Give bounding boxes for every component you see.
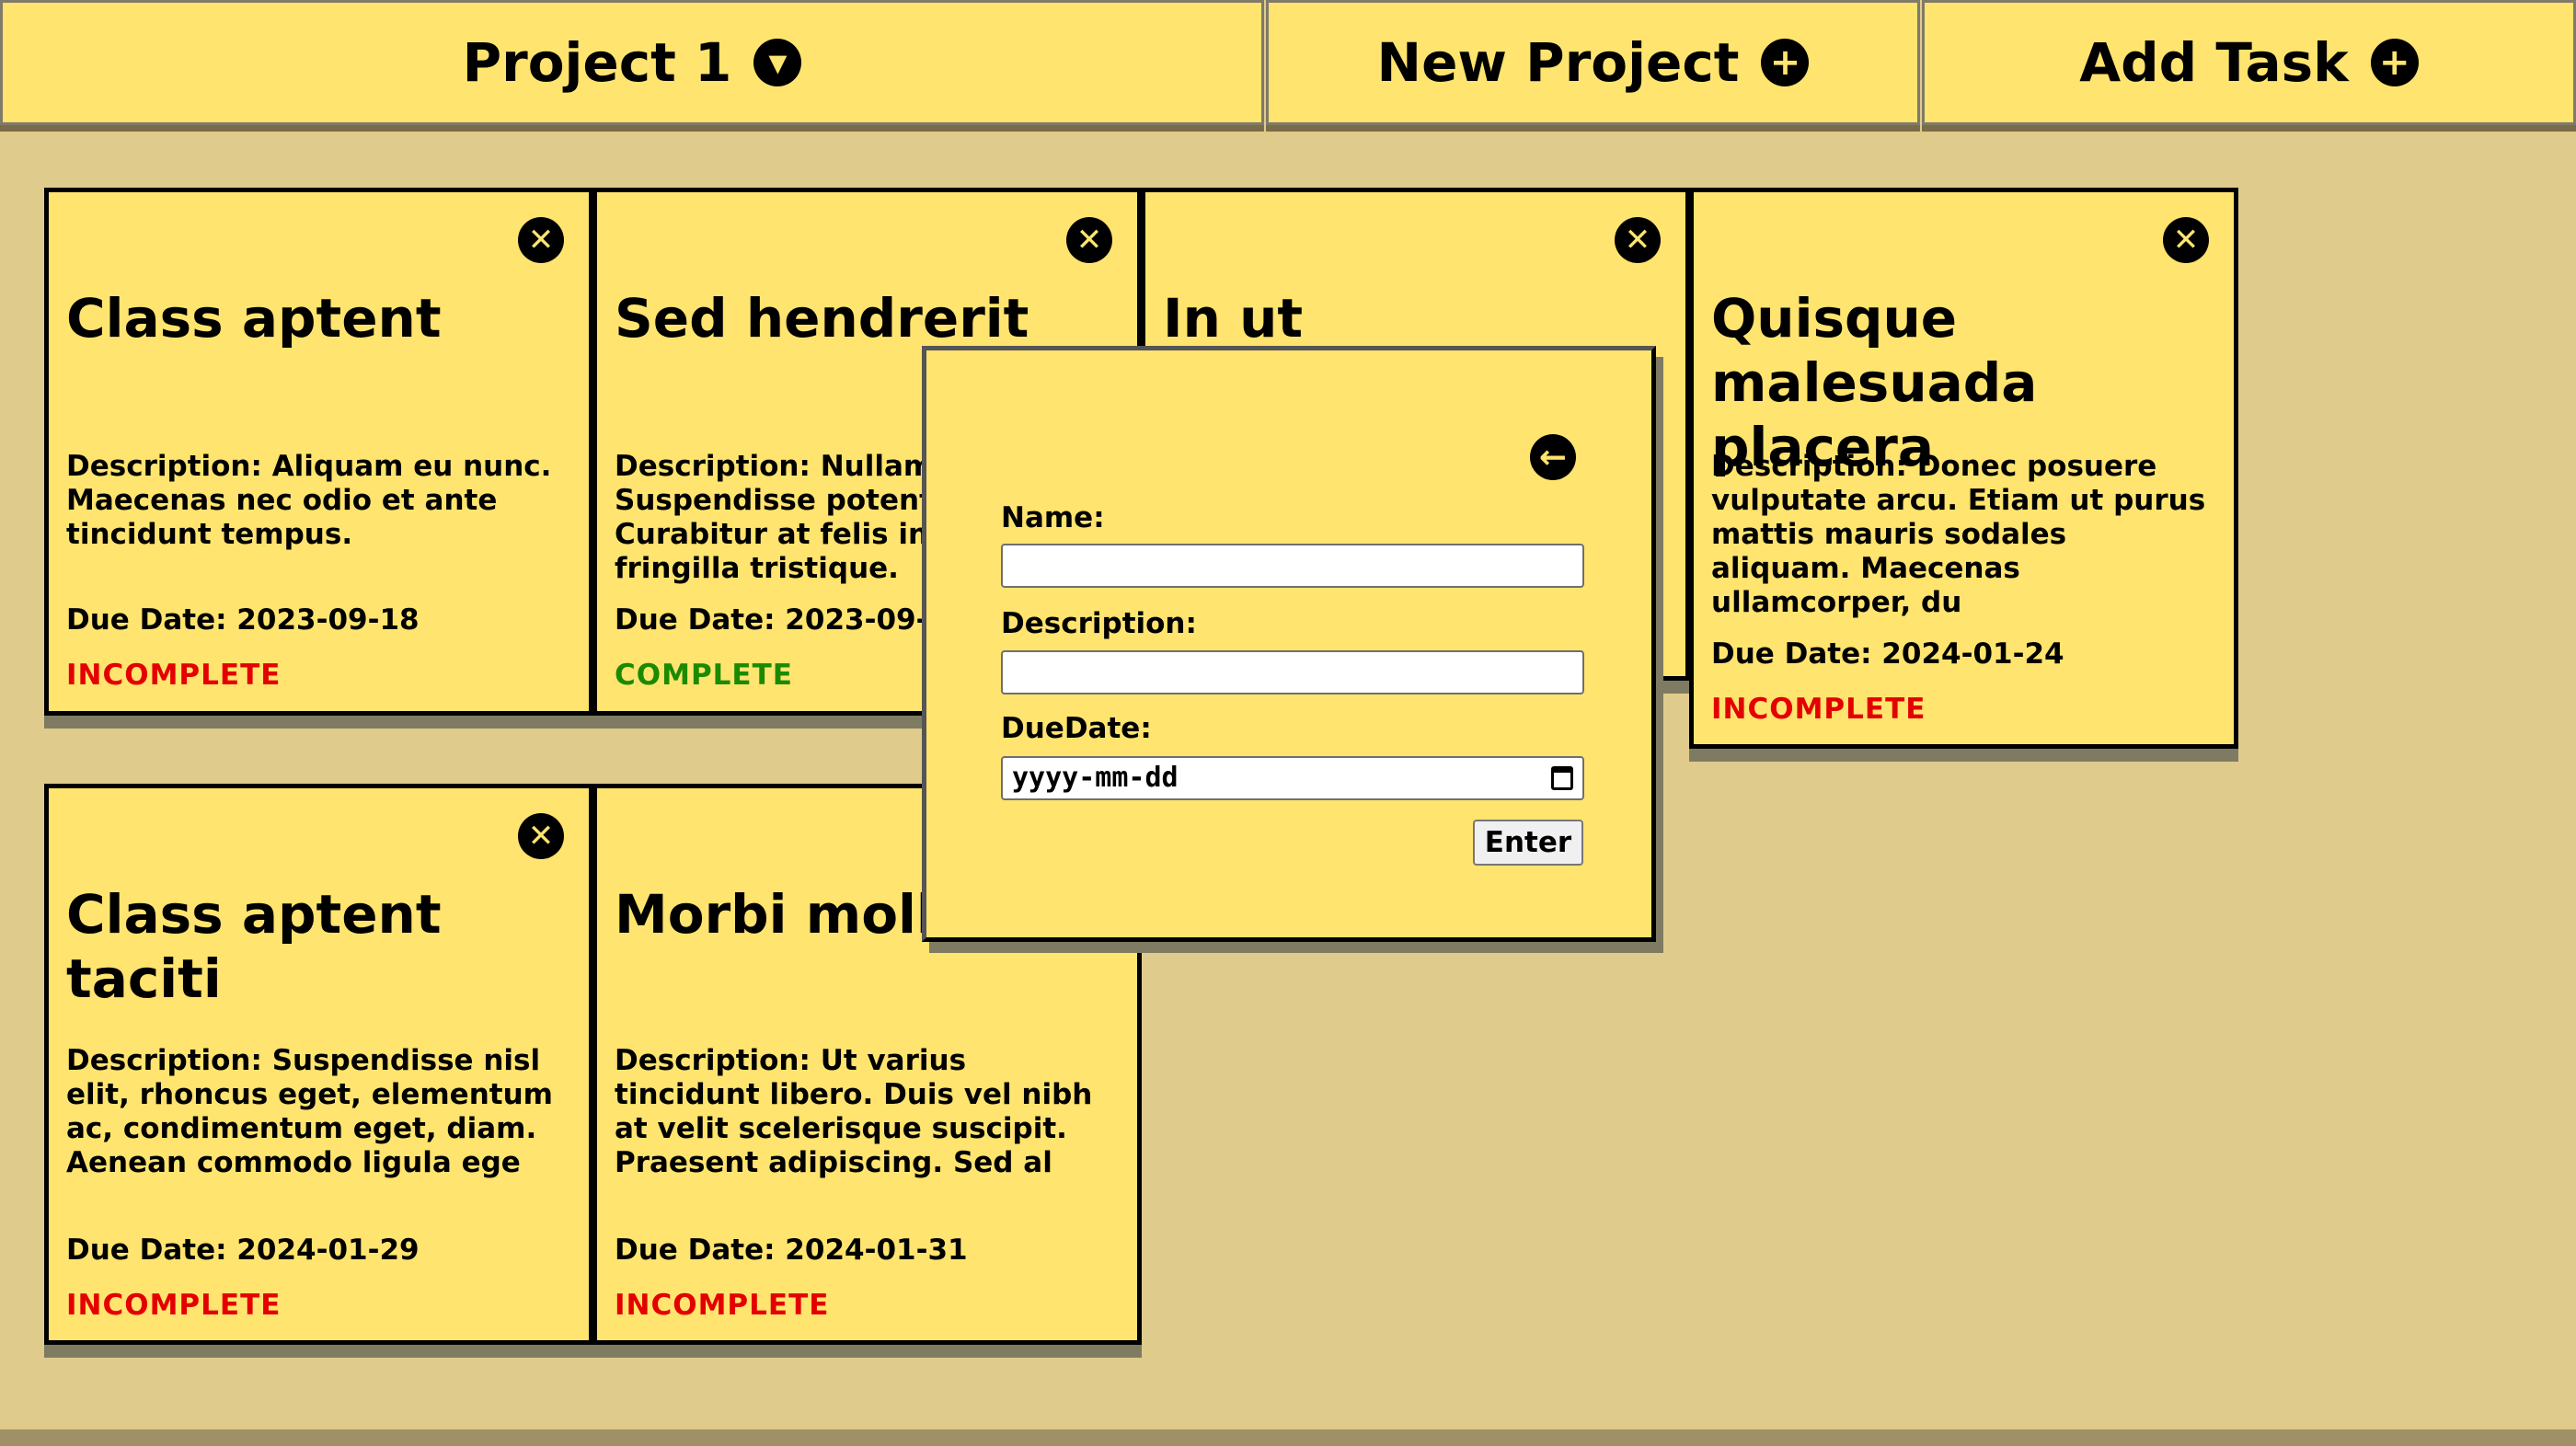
name-label: Name: xyxy=(1001,501,1105,534)
project-selector-button[interactable]: Project 1 ▾ xyxy=(0,0,1264,125)
task-due-date: Due Date: 2023-09-18 xyxy=(66,603,420,637)
due-date-input[interactable]: yyyy-mm-dd xyxy=(1001,756,1584,800)
task-status[interactable]: INCOMPLETE xyxy=(66,659,281,692)
add-task-label: Add Task xyxy=(2079,31,2349,94)
task-title: In ut xyxy=(1163,287,1304,350)
calendar-icon[interactable] xyxy=(1551,766,1573,790)
header-bar: Project 1 ▾ New Project + Add Task + xyxy=(0,0,2576,129)
add-task-button[interactable]: Add Task + xyxy=(1922,0,2576,125)
new-project-label: New Project xyxy=(1376,31,1740,94)
plus-icon: + xyxy=(1761,39,1810,86)
task-title: Class aptent xyxy=(66,287,442,350)
bottom-strip xyxy=(0,1429,2576,1446)
task-description: Description: Suspendisse nisl elit, rhon… xyxy=(66,1044,553,1179)
add-task-modal: ← Name: Description: DueDate: yyyy-mm-dd… xyxy=(922,346,1656,942)
task-status[interactable]: INCOMPLETE xyxy=(615,1289,829,1322)
task-status[interactable]: INCOMPLETE xyxy=(1711,693,1926,726)
task-title: Sed hendrerit xyxy=(615,287,1029,350)
new-project-button[interactable]: New Project + xyxy=(1266,0,1920,125)
task-title: Class aptent taciti xyxy=(66,883,442,1010)
description-input[interactable] xyxy=(1001,650,1584,694)
task-card: ✕ Class aptent taciti Description: Suspe… xyxy=(44,784,593,1345)
back-arrow-icon[interactable]: ← xyxy=(1530,434,1576,480)
close-icon[interactable]: ✕ xyxy=(518,217,564,263)
close-icon[interactable]: ✕ xyxy=(1066,217,1112,263)
task-card: ✕ Class aptent Description: Aliquam eu n… xyxy=(44,188,593,716)
close-icon[interactable]: ✕ xyxy=(518,813,564,859)
task-description: Description: Donec posuere vulputate arc… xyxy=(1711,450,2206,619)
name-input[interactable] xyxy=(1001,544,1584,588)
project-selector-label: Project 1 xyxy=(462,31,732,94)
task-description: Description: Aliquam eu nunc. Maecenas n… xyxy=(66,450,552,551)
enter-button[interactable]: Enter xyxy=(1473,820,1583,866)
due-date-label: DueDate: xyxy=(1001,712,1152,745)
task-status[interactable]: INCOMPLETE xyxy=(66,1289,281,1322)
close-icon[interactable]: ✕ xyxy=(1615,217,1661,263)
task-description: Description: Ut varius tincidunt libero.… xyxy=(615,1044,1093,1179)
chevron-down-icon: ▾ xyxy=(753,39,802,86)
task-status[interactable]: COMPLETE xyxy=(615,659,793,692)
close-icon[interactable]: ✕ xyxy=(2163,217,2209,263)
due-date-placeholder: yyyy-mm-dd xyxy=(1012,762,1179,794)
plus-icon: + xyxy=(2370,39,2419,86)
task-due-date: Due Date: 2024-01-31 xyxy=(615,1234,968,1267)
task-due-date: Due Date: 2024-01-29 xyxy=(66,1234,420,1267)
task-due-date: Due Date: 2024-01-24 xyxy=(1711,637,2064,671)
task-due-date: Due Date: 2023-09-21 xyxy=(615,603,968,637)
task-card: ✕ Quisque malesuada placera Description:… xyxy=(1689,188,2238,749)
description-label: Description: xyxy=(1001,607,1197,640)
